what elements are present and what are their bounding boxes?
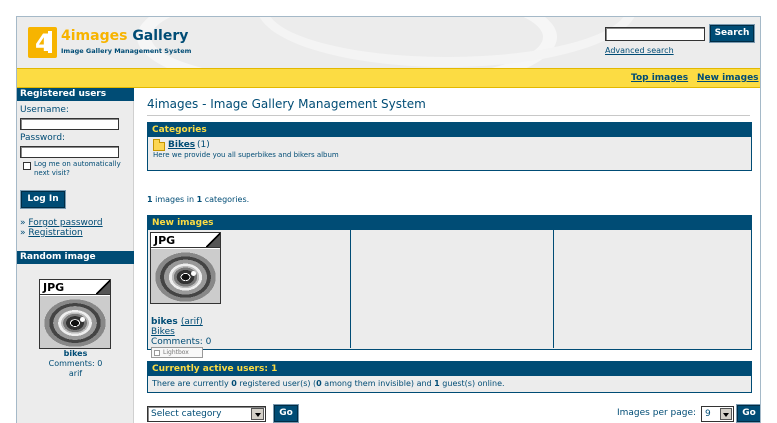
random-image-comments: Comments: 0 — [48, 359, 103, 368]
title-divider — [147, 115, 750, 116]
eye-image — [151, 249, 220, 303]
top-nav-bar: Top images New images — [17, 68, 760, 88]
eye-image — [40, 296, 110, 348]
new-image-title: bikes (arif) — [151, 317, 203, 327]
new-image-name[interactable]: bikes — [151, 317, 178, 327]
categories-heading: Categories — [148, 123, 751, 137]
active-users-box: Currently active users: 1 There are curr… — [147, 361, 752, 393]
dropdown-arrow-icon — [251, 408, 264, 420]
images-per-page-go-button[interactable]: Go — [736, 404, 760, 423]
random-image-heading: Random image — [17, 251, 134, 264]
new-image-category-link[interactable]: Bikes — [151, 327, 175, 337]
category-select[interactable]: Select category — [147, 406, 266, 422]
registered-users-heading: Registered users — [17, 88, 134, 101]
username-label: Username: — [20, 105, 69, 115]
new-image-user-link[interactable]: (arif) — [181, 317, 203, 327]
forgot-password-link[interactable]: Forgot password — [28, 218, 102, 228]
category-count: (1) — [197, 140, 210, 150]
search-input[interactable] — [605, 27, 705, 41]
random-image-name[interactable]: bikes — [17, 349, 134, 359]
random-image-user: arif — [68, 369, 83, 378]
page-frame: 4 4images Gallery Image Gallery Manageme… — [16, 16, 761, 423]
new-images-heading: New images — [148, 216, 751, 230]
category-link-bikes[interactable]: Bikes — [168, 140, 195, 150]
logo[interactable]: 4 4images Gallery Image Gallery Manageme… — [28, 27, 191, 61]
active-users-heading: Currently active users: 1 — [148, 362, 751, 376]
registration-item: » Registration — [20, 228, 83, 238]
header: 4 4images Gallery Image Gallery Manageme… — [17, 17, 760, 68]
password-label: Password: — [20, 133, 66, 143]
remember-me-checkbox[interactable] — [23, 162, 31, 170]
images-per-page-label: Images per page: — [617, 408, 697, 418]
dropdown-arrow-icon — [720, 408, 732, 420]
folder-icon — [153, 139, 165, 151]
gallery-summary: 1 images in 1 categories. — [147, 195, 250, 204]
sidebar: Registered users Username: Password: Log… — [17, 88, 134, 423]
new-image-comments: Comments: 0 — [151, 337, 212, 347]
advanced-search-link[interactable]: Advanced search — [605, 46, 674, 55]
search-button[interactable]: Search — [709, 24, 755, 43]
jpg-format-label: JPG — [43, 281, 65, 294]
image-cell-1: JPG bikes (arif) Bikes Comments: 0 Light… — [148, 230, 351, 358]
category-go-button[interactable]: Go — [273, 404, 299, 423]
random-image-thumbnail[interactable]: JPG — [39, 279, 111, 349]
username-field[interactable] — [20, 118, 119, 130]
page-corner-icon — [96, 280, 110, 294]
forgot-password-item: » Forgot password — [20, 218, 103, 228]
jpg-format-label: JPG — [154, 234, 176, 247]
new-images-box: New images JPG bikes (arif) Bikes Commen… — [147, 215, 752, 358]
category-description: Here we provide you all superbikes and b… — [153, 151, 339, 159]
password-field[interactable] — [20, 146, 119, 158]
registration-link[interactable]: Registration — [28, 228, 82, 238]
logo-title: 4images Gallery — [61, 28, 189, 44]
image-cell-3 — [554, 230, 752, 348]
logo-subtitle: Image Gallery Management System — [61, 47, 192, 55]
lightbox-icon — [154, 350, 160, 356]
new-images-link[interactable]: New images — [697, 73, 759, 83]
remember-me-label: Log me on automatically next visit? — [34, 160, 121, 177]
image-cell-2 — [351, 230, 554, 348]
lightbox-button[interactable]: Lightbox — [151, 347, 203, 358]
page-corner-icon — [206, 233, 220, 247]
active-users-text: There are currently 0 registered user(s)… — [152, 379, 505, 388]
top-images-link[interactable]: Top images — [631, 73, 688, 83]
page-title: 4images - Image Gallery Management Syste… — [147, 97, 426, 111]
categories-box: Categories Bikes (1) Here we provide you… — [147, 122, 752, 171]
login-button[interactable]: Log In — [20, 190, 66, 209]
images-per-page-select[interactable]: 9 — [701, 406, 734, 422]
logo-icon: 4 — [28, 27, 57, 58]
main-content: 4images - Image Gallery Management Syste… — [134, 88, 760, 423]
new-image-thumbnail[interactable]: JPG — [150, 232, 221, 304]
